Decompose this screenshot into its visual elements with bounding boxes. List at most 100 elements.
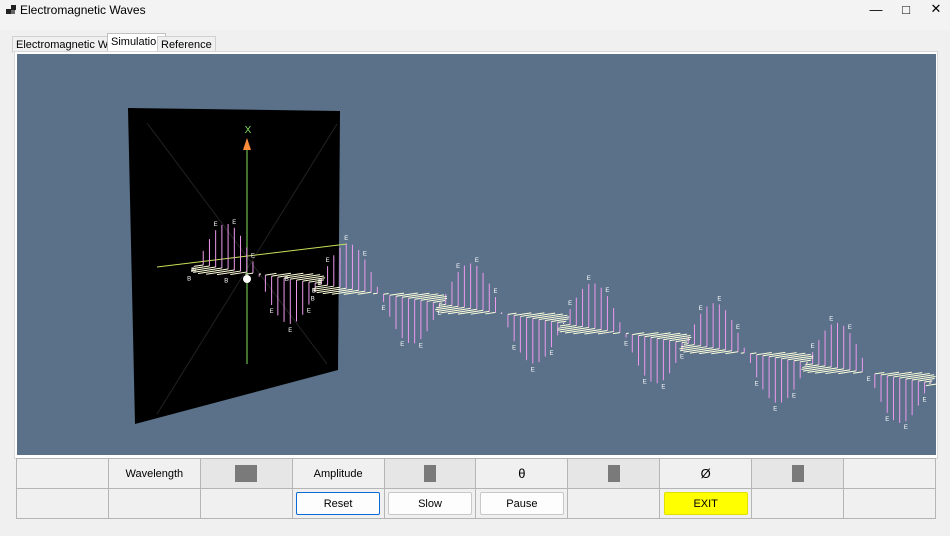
- b-vector: [887, 371, 912, 377]
- e-vector-label: E: [680, 354, 684, 360]
- b-vector: [750, 352, 757, 355]
- b-vector: [433, 300, 446, 303]
- e-vector-label: E: [400, 342, 404, 348]
- e-vector-label: E: [605, 288, 609, 294]
- b-vector: [557, 320, 567, 323]
- phi-slider-thumb[interactable]: [791, 465, 804, 482]
- e-vector-label: E: [848, 325, 852, 331]
- pause-button[interactable]: Pause: [479, 492, 564, 515]
- e-vector-label: E: [904, 425, 908, 431]
- wave-3d-scene: X E E E E E E E E E E E E E E E E E E E E E E E E E E E E E E E E E E E E E E…: [128, 108, 936, 431]
- title-bar: Electromagnetic Waves — □ ✕: [0, 0, 950, 30]
- e-vector-label: E: [344, 236, 348, 242]
- e-vector-label: E: [811, 344, 815, 350]
- wavelength-label: Wavelength: [107, 458, 201, 489]
- e-vector-label: E: [736, 325, 740, 331]
- b-vector: [852, 371, 863, 374]
- b-vector: [557, 326, 583, 331]
- b-vector: [612, 332, 620, 335]
- amplitude-slider[interactable]: [383, 458, 477, 489]
- e-vector-label: E: [531, 367, 535, 373]
- theta-label: θ: [475, 458, 569, 489]
- e-vector-label: E: [270, 309, 274, 315]
- e-vector-label: E: [867, 377, 871, 383]
- e-vector-label: E: [307, 309, 311, 315]
- wavelength-slider[interactable]: [199, 458, 293, 489]
- e-vector-label: E: [587, 276, 591, 282]
- wavelength-slider-thumb[interactable]: [235, 465, 258, 482]
- b-vector: [402, 292, 430, 298]
- b-vector: [680, 344, 695, 348]
- b-vector: [912, 375, 936, 381]
- window-title: Electromagnetic Waves: [20, 3, 146, 17]
- grid-cell-empty: [843, 458, 936, 489]
- e-vector-label: E: [773, 407, 777, 413]
- e-vector-label: E: [624, 342, 628, 348]
- grid-cell-empty: [843, 488, 936, 519]
- b-vector-label: B: [187, 276, 191, 282]
- grid-cell-empty: [16, 488, 109, 519]
- b-vector: [545, 316, 570, 321]
- b-vector: [663, 335, 691, 341]
- exit-button[interactable]: EXIT: [663, 492, 748, 515]
- b-vector: [800, 359, 812, 363]
- b-vector: [317, 283, 322, 286]
- b-vector: [357, 291, 372, 295]
- e-vector-label: E: [382, 306, 386, 312]
- b-vector: [644, 332, 671, 338]
- b-vector: [420, 295, 447, 301]
- b-vector: [485, 311, 496, 315]
- e-vector-label: E: [512, 345, 516, 351]
- e-vector-label: E: [923, 398, 927, 404]
- b-vector: [825, 369, 851, 375]
- b-vector-label: B: [224, 279, 228, 285]
- e-vector-label: E: [419, 343, 423, 349]
- theta-slider-thumb[interactable]: [607, 465, 620, 482]
- slow-button[interactable]: Slow: [388, 492, 472, 515]
- b-vector: [725, 351, 739, 355]
- phi-slider[interactable]: [751, 458, 845, 489]
- grid-cell-empty: [751, 488, 845, 519]
- e-vector-label: E: [363, 251, 367, 257]
- simulation-viewport[interactable]: X E E E E E E E E E E E E E E E E E E E E E E E E E E E E E E E E E E E E E E…: [17, 54, 936, 455]
- e-vector-label: E: [885, 417, 889, 423]
- amplitude-label: Amplitude: [291, 458, 385, 489]
- grid-cell-empty: [199, 488, 293, 519]
- b-vector-label: B: [311, 297, 315, 303]
- e-vector-label: E: [456, 264, 460, 270]
- minimize-icon[interactable]: —: [860, 0, 892, 18]
- phi-label: Ø: [659, 458, 753, 489]
- e-vector-label: E: [493, 289, 497, 295]
- origin-point: [243, 275, 251, 283]
- theta-slider[interactable]: [567, 458, 661, 489]
- b-vector: [372, 292, 378, 295]
- x-axis-label: X: [245, 125, 252, 136]
- maximize-icon[interactable]: □: [890, 0, 922, 18]
- e-vector-label: E: [288, 328, 292, 334]
- b-vector: [699, 349, 726, 355]
- e-vector-label: E: [326, 258, 330, 264]
- reset-button[interactable]: Reset: [296, 492, 381, 515]
- e-vector-label: E: [717, 296, 721, 302]
- grid-cell-empty: [16, 458, 109, 489]
- e-vector-label: E: [661, 384, 665, 390]
- e-vector-label: E: [232, 220, 236, 226]
- b-vector: [683, 343, 689, 345]
- b-vector: [520, 312, 545, 317]
- e-vector-label: E: [214, 222, 218, 228]
- app-icon: [6, 5, 16, 14]
- grid-cell-empty: [107, 488, 201, 519]
- e-vector-label: E: [549, 351, 553, 357]
- e-vector-label: E: [568, 301, 572, 307]
- b-vector: [925, 383, 936, 387]
- b-vector: [801, 365, 826, 370]
- e-vector-label: E: [829, 317, 833, 323]
- b-vector: [383, 292, 389, 295]
- b-vector: [632, 332, 645, 336]
- close-icon[interactable]: ✕: [920, 0, 950, 18]
- b-vector: [787, 355, 814, 361]
- grid-cell-empty: [567, 488, 661, 519]
- amplitude-slider-thumb[interactable]: [424, 465, 436, 482]
- e-vector-label: E: [475, 258, 479, 264]
- b-vector: [740, 352, 745, 354]
